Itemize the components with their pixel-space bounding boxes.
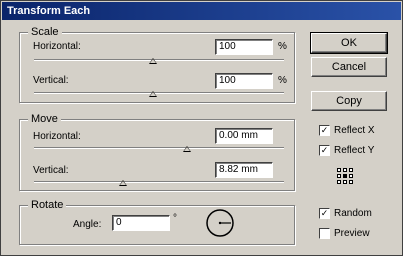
copy-button[interactable]: Copy [311, 91, 387, 111]
angle-dial-icon[interactable] [205, 208, 235, 238]
rotate-group-title: Rotate [28, 199, 67, 211]
scale-vertical-unit: % [278, 75, 287, 86]
random-check-icon: ✓ [319, 208, 330, 219]
title-bar: Transform Each [2, 2, 401, 20]
reflect-x-label: Reflect X [334, 125, 375, 136]
scale-vertical-input[interactable]: 100 [215, 73, 273, 89]
random-label: Random [334, 208, 372, 219]
move-horizontal-input[interactable]: 0.00 mm [215, 128, 273, 144]
move-group-title: Move [28, 113, 61, 125]
reflect-y-label: Reflect Y [334, 145, 375, 156]
preview-check-box [319, 228, 330, 239]
transform-each-dialog: Transform Each Scale Horizontal: 100 % V… [0, 0, 403, 256]
ref-point-bl[interactable] [337, 180, 341, 184]
ref-point-mr[interactable] [349, 174, 353, 178]
ref-point-ml[interactable] [337, 174, 341, 178]
reflect-x-checkbox[interactable]: ✓ Reflect X [319, 125, 375, 136]
rotate-angle-label: Angle: [73, 219, 102, 230]
rotate-angle-input[interactable]: 0 [112, 215, 170, 231]
scale-horizontal-unit: % [278, 41, 287, 52]
reference-point-locator-icon[interactable] [337, 168, 353, 184]
move-vertical-input[interactable]: 8.82 mm [215, 162, 273, 178]
move-horizontal-slider-thumb[interactable] [183, 146, 191, 152]
ref-point-bc[interactable] [343, 180, 347, 184]
reflect-y-checkbox[interactable]: ✓ Reflect Y [319, 145, 374, 156]
ref-point-tl[interactable] [337, 168, 341, 172]
ok-button[interactable]: OK [310, 32, 388, 54]
preview-label: Preview [334, 228, 370, 239]
cancel-button[interactable]: Cancel [311, 57, 387, 77]
ref-point-center[interactable] [343, 174, 347, 178]
move-vertical-slider-thumb[interactable] [119, 180, 127, 186]
ref-point-tc[interactable] [343, 168, 347, 172]
scale-horizontal-label: Horizontal: [33, 41, 81, 52]
move-vertical-slider[interactable] [34, 181, 284, 183]
scale-horizontal-slider[interactable] [34, 59, 284, 61]
move-horizontal-label: Horizontal: [33, 131, 81, 142]
move-vertical-label: Vertical: [33, 165, 69, 176]
rotate-angle-unit: ° [173, 213, 177, 224]
ref-point-tr[interactable] [349, 168, 353, 172]
preview-checkbox[interactable]: Preview [319, 228, 370, 239]
scale-horizontal-slider-thumb[interactable] [149, 58, 157, 64]
scale-horizontal-input[interactable]: 100 [215, 39, 273, 55]
scale-group-title: Scale [28, 26, 62, 38]
ref-point-br[interactable] [349, 180, 353, 184]
move-horizontal-slider[interactable] [34, 147, 284, 149]
scale-vertical-label: Vertical: [33, 75, 69, 86]
reflect-x-check-icon: ✓ [319, 125, 330, 136]
scale-vertical-slider[interactable] [34, 92, 284, 94]
reflect-y-check-icon: ✓ [319, 145, 330, 156]
scale-vertical-slider-thumb[interactable] [149, 91, 157, 97]
random-checkbox[interactable]: ✓ Random [319, 208, 372, 219]
